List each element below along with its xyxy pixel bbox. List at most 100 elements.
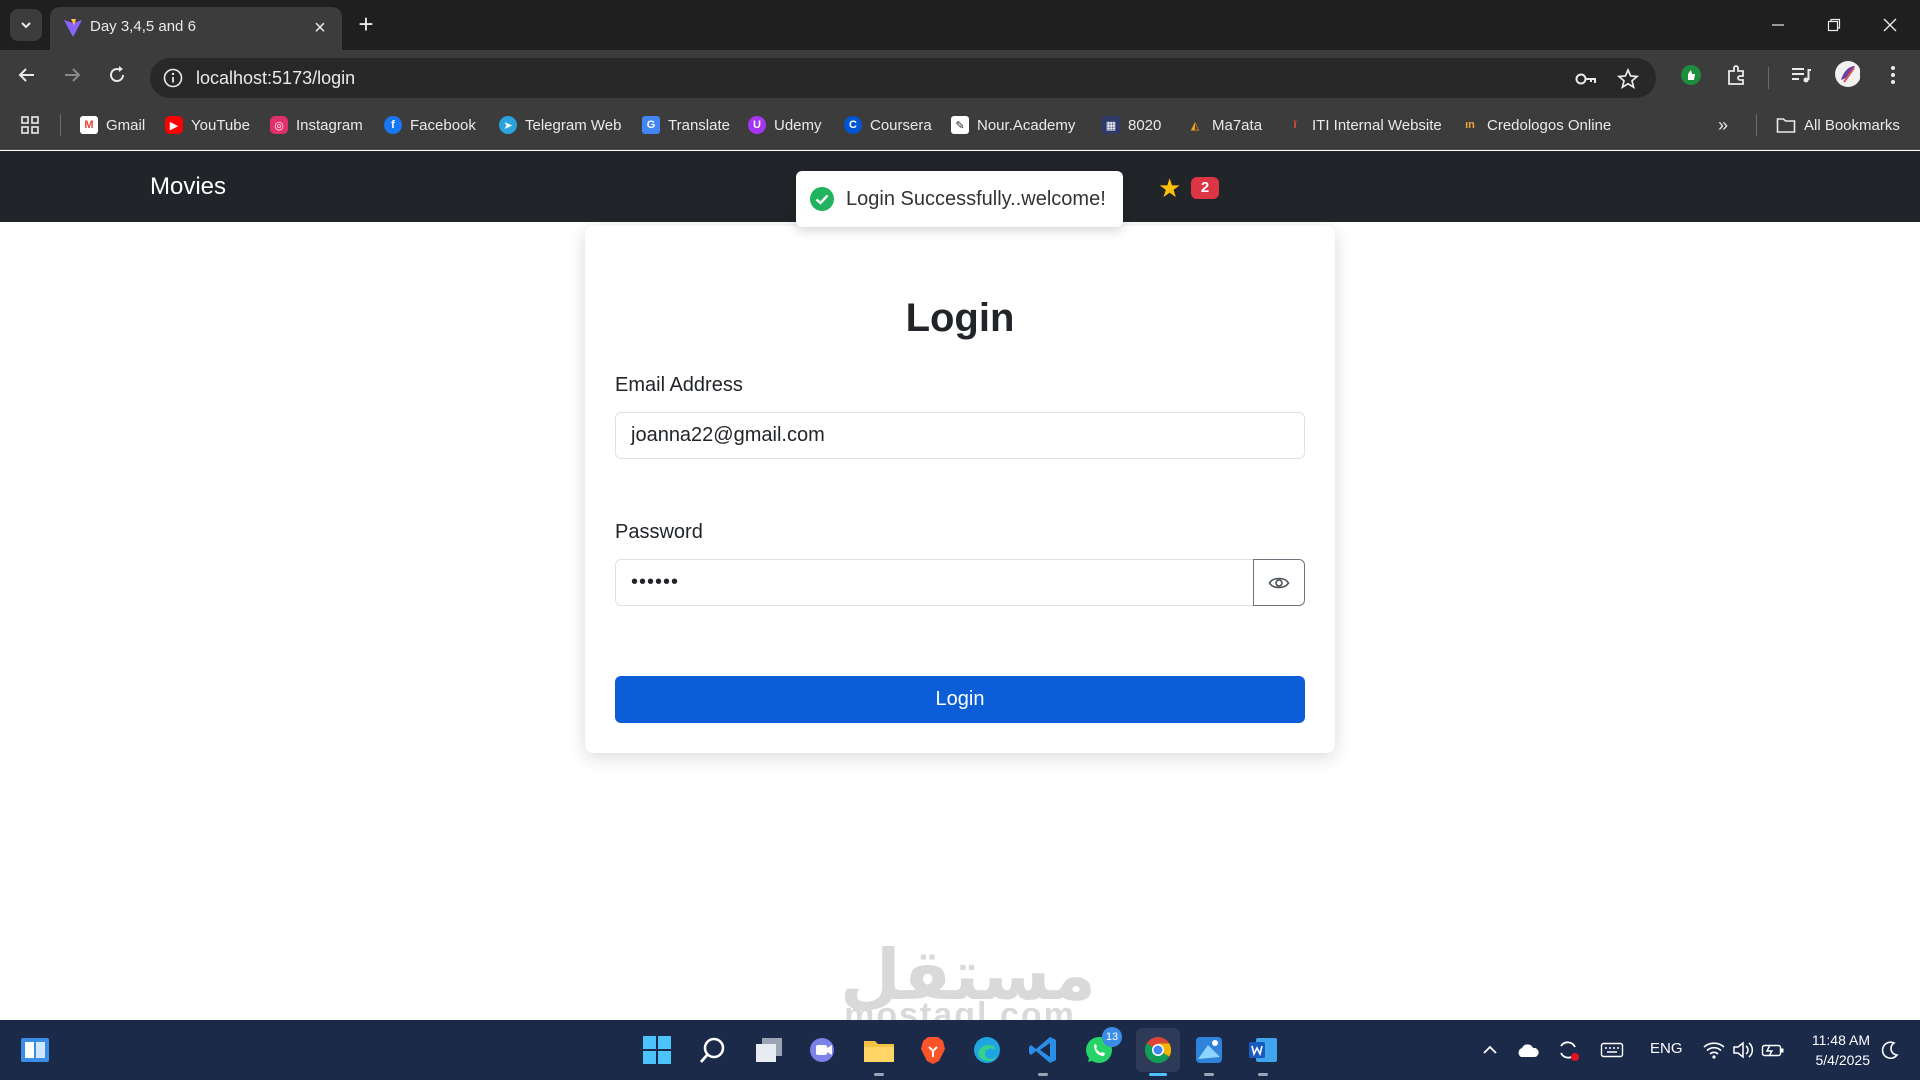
folder-icon — [864, 1041, 894, 1062]
widgets-icon — [21, 1038, 49, 1062]
sync-tray-icon[interactable] — [1556, 1038, 1580, 1062]
bookmark-instagram[interactable]: ◎ Instagram — [270, 114, 363, 136]
close-window-button[interactable] — [1870, 10, 1910, 40]
instagram-icon: ◎ — [270, 116, 288, 134]
file-explorer-button[interactable] — [862, 1033, 896, 1076]
keyboard-tray-icon[interactable] — [1600, 1038, 1624, 1062]
address-bar[interactable]: localhost:5173/login — [150, 58, 1656, 98]
bookmark-label: Instagram — [296, 116, 363, 134]
ma7ata-icon: ◭ — [1190, 119, 1200, 132]
photos-button[interactable] — [1192, 1033, 1226, 1076]
apps-grid-button[interactable] — [20, 114, 40, 136]
bookmark-iti[interactable]: ī ITI Internal Website — [1286, 114, 1441, 136]
running-indicator — [1038, 1073, 1048, 1076]
restore-button[interactable] — [1814, 10, 1854, 40]
whatsapp-button[interactable]: 13 — [1082, 1027, 1122, 1067]
forward-button[interactable] — [57, 60, 87, 90]
bookmark-ma7ata[interactable]: ◭ Ma7ata — [1186, 114, 1262, 136]
minimize-button[interactable] — [1758, 10, 1798, 40]
browser-toolbar: localhost:5173/login — [0, 50, 1920, 100]
toggle-password-visibility-button[interactable] — [1253, 559, 1305, 606]
input-language-indicator[interactable]: ENG — [1650, 1040, 1683, 1057]
8020-icon: ▦ — [1102, 116, 1120, 134]
tab-search-button[interactable] — [10, 9, 42, 41]
bookmark-youtube[interactable]: ▶ YouTube — [165, 114, 250, 136]
active-indicator — [1149, 1073, 1167, 1076]
extension-green-icon[interactable] — [1678, 62, 1704, 88]
translate-icon: G — [642, 116, 660, 134]
favorites-star-icon[interactable]: ★ — [1158, 175, 1181, 201]
more-bookmarks-button[interactable]: » — [1718, 114, 1728, 136]
bookmark-coursera[interactable]: C Coursera — [844, 114, 932, 136]
chrome-button[interactable] — [1136, 1028, 1180, 1076]
credologos-icon: ın — [1465, 119, 1475, 131]
taskbar-search-button[interactable] — [696, 1033, 730, 1067]
notification-center-icon[interactable] — [1878, 1038, 1902, 1062]
media-control-icon[interactable] — [1788, 62, 1814, 88]
toolbar-divider — [1768, 67, 1769, 89]
browser-menu-icon[interactable] — [1880, 62, 1906, 88]
bookmark-gmail[interactable]: M Gmail — [80, 114, 145, 136]
show-hidden-icons-button[interactable] — [1478, 1038, 1502, 1062]
new-tab-button[interactable]: + — [352, 10, 380, 38]
watermark-logo: مستقل mostaql.com — [840, 940, 1096, 1034]
gmail-icon: M — [80, 116, 98, 134]
password-field[interactable]: •••••• — [615, 559, 1255, 606]
success-toast[interactable]: Login Successfully..welcome! — [796, 171, 1123, 227]
restore-icon — [1827, 18, 1841, 32]
bookmark-udemy[interactable]: U Udemy — [748, 114, 822, 136]
bookmark-label: YouTube — [191, 116, 250, 134]
apps-grid-icon — [21, 116, 39, 134]
browser-tab-active[interactable]: Day 3,4,5 and 6 × — [50, 7, 342, 50]
telegram-icon: ➤ — [499, 116, 517, 134]
bookmark-label: Facebook — [410, 116, 476, 134]
arrow-right-icon — [65, 68, 81, 82]
tab-close-icon[interactable]: × — [308, 16, 332, 40]
bookmark-star-icon[interactable] — [1616, 67, 1640, 91]
volume-tray-icon[interactable] — [1731, 1038, 1755, 1062]
onedrive-tray-icon[interactable] — [1516, 1038, 1540, 1062]
all-bookmarks-label: All Bookmarks — [1804, 116, 1900, 134]
brave-browser-button[interactable] — [916, 1033, 950, 1067]
iti-icon: ī — [1293, 119, 1297, 131]
word-button[interactable] — [1246, 1033, 1280, 1076]
all-bookmarks-button[interactable]: All Bookmarks — [1776, 114, 1900, 136]
windows-start-icon — [643, 1036, 671, 1064]
windows-taskbar: 13 ENG 11:48 AM 5/4/2025 — [0, 1020, 1920, 1080]
page-title: Login — [905, 296, 1015, 340]
edge-browser-button[interactable] — [970, 1033, 1004, 1067]
bookmark-credologos[interactable]: ın Credologos Online — [1461, 114, 1611, 136]
navbar-brand[interactable]: Movies — [150, 173, 226, 201]
widgets-button[interactable] — [18, 1033, 52, 1067]
bookmark-facebook[interactable]: f Facebook — [384, 114, 476, 136]
favorites-count-badge: 2 — [1191, 177, 1219, 199]
arrow-left-icon — [18, 68, 34, 82]
bookmark-label: Ma7ata — [1212, 116, 1263, 134]
toast-message: Login Successfully..welcome! — [846, 188, 1106, 210]
login-submit-button[interactable]: Login — [615, 676, 1305, 723]
vscode-button[interactable] — [1026, 1033, 1060, 1076]
start-button[interactable] — [640, 1033, 674, 1067]
battery-tray-icon[interactable] — [1761, 1038, 1785, 1062]
bookmark-nour-academy[interactable]: ✎ Nour.Academy — [951, 114, 1075, 136]
extensions-puzzle-icon[interactable] — [1724, 62, 1750, 88]
reload-button[interactable] — [102, 60, 132, 90]
task-view-button[interactable] — [752, 1033, 786, 1067]
site-info-icon[interactable] — [162, 67, 184, 89]
bookmark-8020[interactable]: ▦ 8020 — [1102, 114, 1161, 136]
password-key-icon[interactable] — [1574, 67, 1598, 91]
bookmark-translate[interactable]: G Translate — [642, 114, 730, 136]
password-label: Password — [615, 521, 703, 543]
task-view-icon — [756, 1038, 782, 1062]
email-label: Email Address — [615, 374, 743, 396]
coursera-icon: C — [844, 116, 862, 134]
teams-chat-icon — [810, 1038, 834, 1062]
profile-avatar[interactable] — [1834, 61, 1860, 87]
wifi-tray-icon[interactable] — [1702, 1038, 1726, 1062]
taskbar-clock[interactable]: 11:48 AM 5/4/2025 — [1800, 1030, 1870, 1070]
bookmark-telegram[interactable]: ➤ Telegram Web — [499, 114, 621, 136]
teams-chat-button[interactable] — [806, 1033, 840, 1067]
back-button[interactable] — [12, 60, 42, 90]
email-field[interactable]: joanna22@gmail.com — [615, 412, 1305, 459]
url-text: localhost:5173/login — [196, 68, 356, 88]
